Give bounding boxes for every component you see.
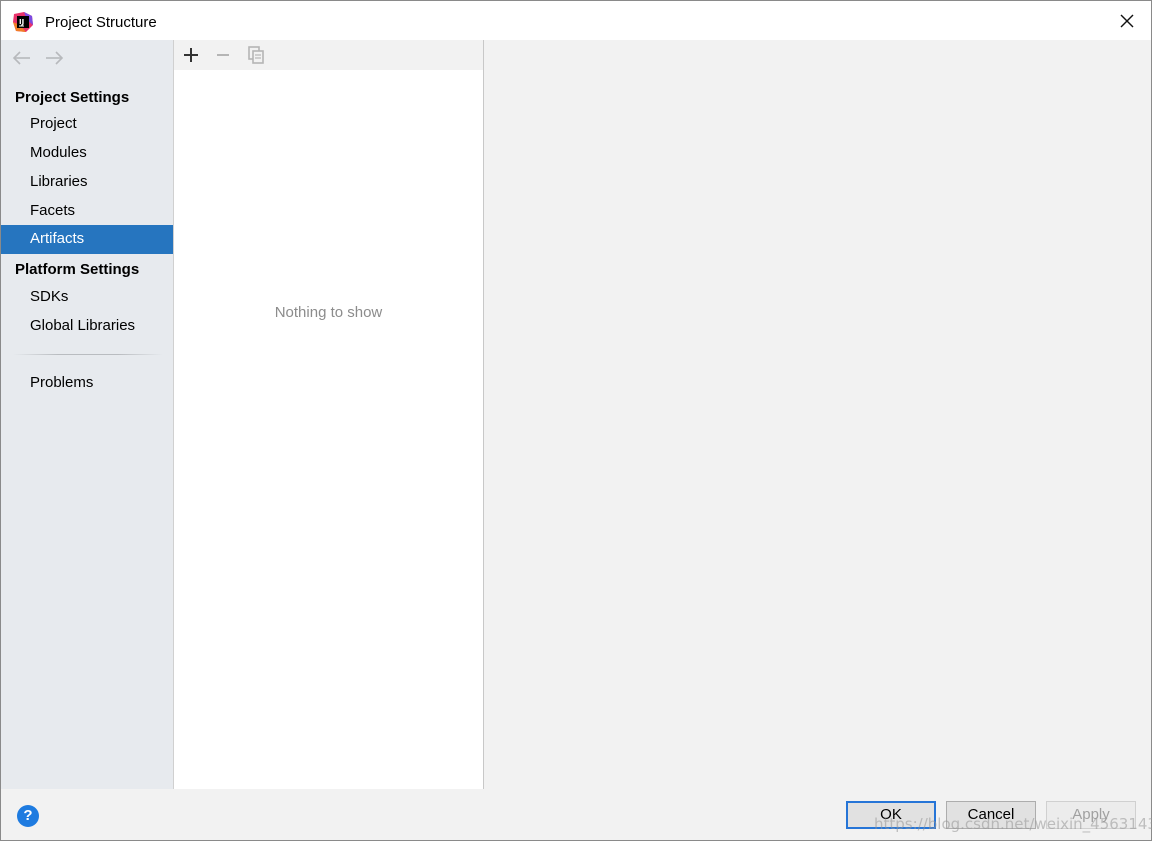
close-icon[interactable] xyxy=(1117,11,1137,31)
add-icon[interactable] xyxy=(181,45,201,65)
sidebar-item-global-libraries[interactable]: Global Libraries xyxy=(1,312,173,341)
sidebar-item-label: Project xyxy=(30,115,77,132)
artifact-details-panel xyxy=(484,40,1151,789)
sidebar-item-modules[interactable]: Modules xyxy=(1,139,173,168)
svg-text:IJ: IJ xyxy=(19,18,24,26)
sidebar-item-label: Modules xyxy=(30,144,87,161)
sidebar-item-project[interactable]: Project xyxy=(1,110,173,139)
empty-list-message: Nothing to show xyxy=(274,304,383,321)
sidebar-item-label: SDKs xyxy=(30,288,69,305)
sidebar-item-problems[interactable]: Problems xyxy=(1,369,173,398)
project-settings-header: Project Settings xyxy=(15,89,130,106)
watermark-text: https://blog.csdn.net/weixin_45631435 xyxy=(874,815,1152,833)
project-structure-dialog: IJ Project Structure Project Settings Pr… xyxy=(0,0,1152,841)
settings-sidebar: Project Settings Project Modules Librari… xyxy=(1,40,173,789)
sidebar-item-label: Global Libraries xyxy=(30,317,136,334)
window-title: Project Structure xyxy=(45,14,157,31)
list-toolbar xyxy=(174,40,483,70)
sidebar-item-artifacts[interactable]: Artifacts xyxy=(1,225,173,254)
sidebar-item-label: Facets xyxy=(30,202,76,219)
sidebar-item-sdks[interactable]: SDKs xyxy=(1,283,173,312)
help-icon[interactable]: ? xyxy=(17,805,39,827)
copy-icon[interactable] xyxy=(246,45,266,65)
intellij-logo-icon: IJ xyxy=(13,12,33,32)
back-arrow-icon[interactable] xyxy=(11,48,33,68)
forward-arrow-icon[interactable] xyxy=(43,48,65,68)
sidebar-item-libraries[interactable]: Libraries xyxy=(1,168,173,197)
sidebar-item-label: Problems xyxy=(30,374,94,391)
sidebar-item-label: Artifacts xyxy=(30,230,85,247)
title-bar: IJ Project Structure xyxy=(1,1,1151,40)
artifacts-list-panel: Nothing to show xyxy=(173,40,484,789)
sidebar-item-label: Libraries xyxy=(30,173,88,190)
sidebar-divider xyxy=(13,354,163,355)
platform-settings-header: Platform Settings xyxy=(15,261,140,278)
sidebar-item-facets[interactable]: Facets xyxy=(1,197,173,226)
remove-icon[interactable] xyxy=(213,45,233,65)
